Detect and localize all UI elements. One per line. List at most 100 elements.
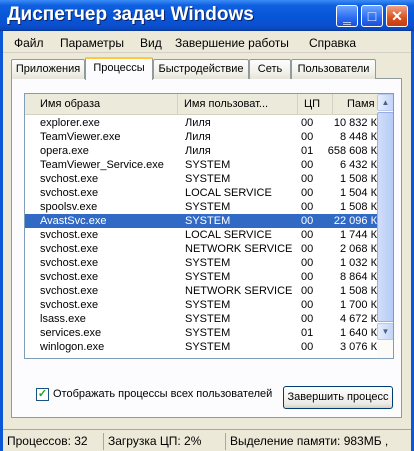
cpu-cell: 00 [301, 159, 314, 171]
status-memory: Выделение памяти: 983МБ , [225, 433, 411, 450]
end-process-button[interactable]: Завершить процесс [283, 386, 393, 409]
tab-performance[interactable]: Быстродействие [153, 59, 249, 79]
user-name-cell: SYSTEM [185, 201, 231, 213]
cpu-cell: 01 [301, 327, 314, 339]
table-row[interactable]: lsass.exe SYSTEM 00 4 672 К [25, 312, 377, 326]
tab-users[interactable]: Пользователи [291, 59, 376, 79]
memory-cell: 658 608 К [327, 145, 377, 157]
status-cpu: Загрузка ЦП: 2% [103, 433, 223, 450]
menu-shutdown[interactable]: Завершение работы [175, 36, 289, 50]
tab-strip: Приложения Процессы Быстродействие Сеть … [11, 57, 391, 80]
vertical-scrollbar[interactable]: ▲ ▼ [377, 94, 393, 358]
cpu-cell: 00 [301, 285, 314, 297]
table-row[interactable]: TeamViewer_Service.exe SYSTEM 00 6 432 К [25, 158, 377, 172]
user-name-cell: SYSTEM [185, 299, 231, 311]
column-cpu[interactable]: ЦП [298, 94, 333, 115]
process-name-cell: svchost.exe [40, 229, 99, 241]
table-row[interactable]: spoolsv.exe SYSTEM 00 1 508 К [25, 200, 377, 214]
user-name-cell: LOCAL SERVICE [185, 229, 272, 241]
table-row[interactable]: svchost.exe NETWORK SERVICE 00 1 508 К [25, 284, 377, 298]
minimize-icon: ‗ [343, 8, 351, 24]
cpu-cell: 00 [301, 313, 314, 325]
process-name-cell: winlogon.exe [40, 341, 105, 353]
memory-cell: 1 508 К [340, 201, 377, 213]
show-all-users-checkbox[interactable]: ✓ [36, 388, 49, 401]
task-manager-window: Диспетчер задач Windows ‗ □ ✕ Файл Парам… [0, 0, 414, 451]
scroll-down-button[interactable]: ▼ [377, 323, 393, 340]
process-rows: explorer.exe Лиля 00 10 832 К TeamViewer.exe… [25, 116, 377, 354]
memory-cell: 1 508 К [340, 173, 377, 185]
memory-cell: 4 672 К [340, 313, 377, 325]
menu-file[interactable]: Файл [14, 36, 44, 50]
cpu-cell: 00 [301, 201, 314, 213]
memory-cell: 2 068 К [340, 243, 377, 255]
table-row[interactable]: svchost.exe LOCAL SERVICE 00 1 744 К [25, 228, 377, 242]
cpu-cell: 00 [301, 117, 314, 129]
status-processes: Процессов: 32 [7, 434, 88, 448]
table-row[interactable]: svchost.exe SYSTEM 00 1 700 К [25, 298, 377, 312]
user-name-cell: NETWORK SERVICE [185, 285, 293, 297]
table-row[interactable]: opera.exe Лиля 01 658 608 К [25, 144, 377, 158]
tab-processes[interactable]: Процессы [85, 57, 153, 80]
memory-cell: 8 864 К [340, 271, 377, 283]
memory-cell: 1 508 К [340, 285, 377, 297]
list-header: Имя образа Имя пользоват... ЦП Памя [25, 94, 377, 115]
table-row[interactable]: svchost.exe LOCAL SERVICE 00 1 504 К [25, 186, 377, 200]
scroll-up-icon: ▲ [381, 98, 390, 107]
cpu-cell: 00 [301, 341, 314, 353]
process-name-cell: svchost.exe [40, 271, 99, 283]
process-name-cell: svchost.exe [40, 173, 99, 185]
memory-cell: 10 832 К [333, 117, 377, 129]
process-list[interactable]: Имя образа Имя пользоват... ЦП Памя expl… [24, 93, 394, 359]
table-row[interactable]: services.exe SYSTEM 01 1 640 К [25, 326, 377, 340]
close-icon: ✕ [391, 8, 403, 24]
tab-applications[interactable]: Приложения [11, 59, 85, 79]
minimize-button[interactable]: ‗ [336, 5, 358, 27]
table-row[interactable]: svchost.exe SYSTEM 00 8 864 К [25, 270, 377, 284]
user-name-cell: LOCAL SERVICE [185, 187, 272, 199]
cpu-cell: 00 [301, 257, 314, 269]
user-name-cell: SYSTEM [185, 271, 231, 283]
table-row[interactable]: winlogon.exe SYSTEM 00 3 076 К [25, 340, 377, 354]
table-row[interactable]: svchost.exe SYSTEM 00 1 508 К [25, 172, 377, 186]
process-name-cell: lsass.exe [40, 313, 86, 325]
cpu-cell: 01 [301, 145, 314, 157]
memory-cell: 3 076 К [340, 341, 377, 353]
cpu-cell: 00 [301, 173, 314, 185]
table-row[interactable]: AvastSvc.exe SYSTEM 00 22 096 К [25, 214, 377, 228]
table-row[interactable]: svchost.exe SYSTEM 00 1 032 К [25, 256, 377, 270]
process-name-cell: spoolsv.exe [40, 201, 98, 213]
process-name-cell: svchost.exe [40, 299, 99, 311]
cpu-cell: 00 [301, 271, 314, 283]
column-image-name[interactable]: Имя образа [25, 94, 178, 115]
user-name-cell: Лиля [185, 131, 211, 143]
maximize-icon: □ [367, 8, 377, 24]
show-all-users-label: Отображать процессы всех пользователей [53, 388, 273, 400]
column-user-name[interactable]: Имя пользоват... [178, 94, 298, 115]
table-row[interactable]: TeamViewer.exe Лиля 00 8 448 К [25, 130, 377, 144]
maximize-button[interactable]: □ [361, 5, 383, 27]
table-row[interactable]: svchost.exe NETWORK SERVICE 00 2 068 К [25, 242, 377, 256]
process-name-cell: services.exe [40, 327, 102, 339]
menu-help[interactable]: Справка [309, 36, 356, 50]
user-name-cell: SYSTEM [185, 313, 231, 325]
scroll-thumb[interactable] [377, 112, 393, 322]
user-name-cell: SYSTEM [185, 173, 231, 185]
title-bar[interactable]: Диспетчер задач Windows ‗ □ ✕ [0, 0, 414, 31]
memory-cell: 1 744 К [340, 229, 377, 241]
process-name-cell: svchost.exe [40, 187, 99, 199]
process-name-cell: svchost.exe [40, 285, 99, 297]
close-button[interactable]: ✕ [386, 5, 408, 27]
menu-view[interactable]: Вид [140, 36, 162, 50]
user-name-cell: SYSTEM [185, 341, 231, 353]
tab-network[interactable]: Сеть [249, 59, 291, 79]
memory-cell: 1 504 К [340, 187, 377, 199]
menu-options[interactable]: Параметры [60, 36, 124, 50]
memory-cell: 22 096 К [333, 215, 377, 227]
process-name-cell: AvastSvc.exe [40, 215, 107, 227]
process-name-cell: TeamViewer.exe [40, 131, 121, 143]
memory-cell: 8 448 К [340, 131, 377, 143]
column-memory[interactable]: Памя [333, 94, 377, 115]
scroll-up-button[interactable]: ▲ [377, 94, 393, 111]
table-row[interactable]: explorer.exe Лиля 00 10 832 К [25, 116, 377, 130]
